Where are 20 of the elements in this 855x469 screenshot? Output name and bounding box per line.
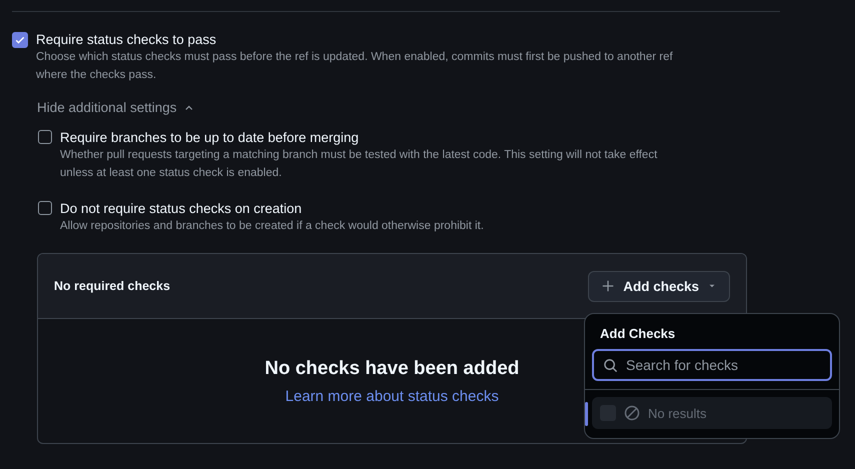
option-description: Whether pull requests targeting a matching branch must be tested with the latest code. This setting will not take effect unless at least one status check is enabled.	[60, 148, 658, 181]
option-description: Allow repositories and branches to be created if a check would otherwise prohibit it.	[60, 219, 485, 234]
add-checks-button[interactable]: Add checks	[588, 270, 730, 302]
checkbox[interactable]	[12, 32, 28, 48]
option-label: Require branches to be up to date before merging	[60, 129, 360, 146]
plus-icon	[601, 279, 616, 293]
learn-more-link[interactable]: Learn more about status checks	[285, 388, 499, 404]
empty-state-title: No checks have been added	[264, 358, 520, 380]
panel-title: No required checks	[54, 279, 170, 293]
blocked-icon	[624, 405, 640, 421]
checkbox[interactable]	[38, 130, 52, 144]
option-label: Require status checks to pass	[36, 31, 218, 48]
check-icon	[14, 34, 26, 46]
search-icon	[603, 358, 618, 373]
hide-settings-toggle[interactable]: Hide additional settings	[37, 100, 195, 115]
search-field[interactable]: Search for checks	[592, 349, 832, 381]
option-description: Choose which status checks must pass before the ref is updated. When enabled, commits must first be pushed to another ref where the checks pass.	[36, 50, 674, 83]
checkbox[interactable]	[38, 201, 52, 215]
option-label: Do not require status checks on creation	[60, 200, 303, 217]
dropdown-title: Add Checks	[599, 325, 676, 341]
